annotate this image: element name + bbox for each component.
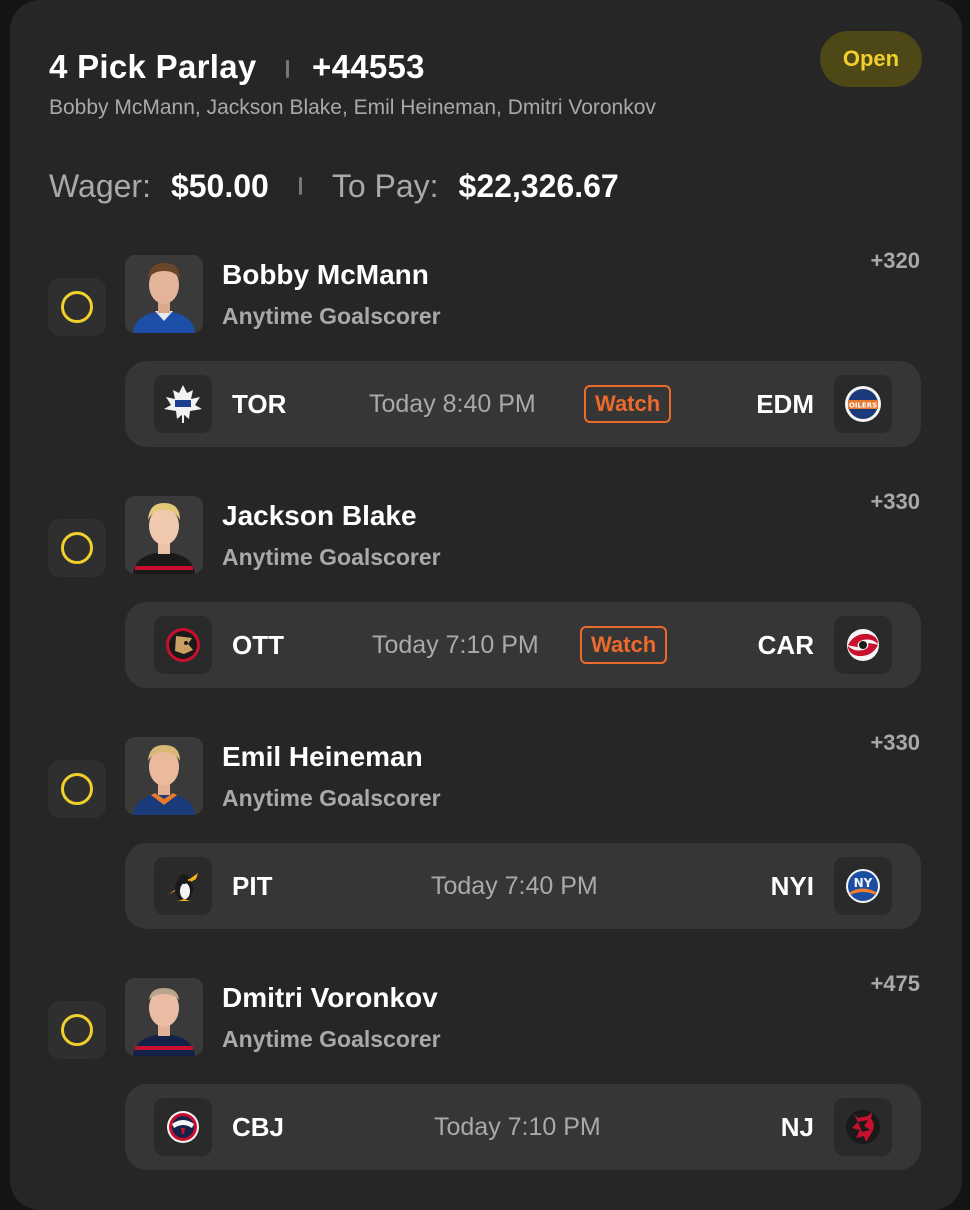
player-avatar <box>125 496 203 574</box>
market-label: Anytime Goalscorer <box>222 303 441 329</box>
leg-item: Emil Heineman Anytime Goalscorer +330 PI… <box>0 730 970 937</box>
market-label: Anytime Goalscorer <box>222 544 441 570</box>
home-team-abbr: NJ <box>780 1112 814 1142</box>
svg-text:OILERS: OILERS <box>849 402 877 410</box>
legs-summary: Bobby McMann, Jackson Blake, Emil Heinem… <box>49 96 656 119</box>
oilers-logo-icon: OILERS <box>834 375 892 433</box>
player-avatar <box>125 737 203 815</box>
home-team-abbr: NYI <box>770 871 814 901</box>
parlay-odds: +44553 <box>312 48 425 85</box>
leg-odds: +330 <box>870 730 920 755</box>
game-time: Today 7:10 PM <box>372 631 539 659</box>
player-name: Emil Heineman <box>222 741 423 772</box>
status-badge: Open <box>820 31 922 87</box>
leg-item: Jackson Blake Anytime Goalscorer +330 OT… <box>0 489 970 696</box>
pending-circle-icon <box>61 291 93 323</box>
senators-logo-icon <box>154 616 212 674</box>
game-bar[interactable]: CBJ Today 7:10 PM NJ <box>125 1084 921 1170</box>
leg-odds: +330 <box>870 489 920 514</box>
leg-status-indicator <box>48 278 106 336</box>
away-team-abbr: CBJ <box>232 1112 285 1142</box>
away-team-abbr: TOR <box>232 389 287 419</box>
svg-text:NY: NY <box>854 876 873 890</box>
wager-label: Wager: <box>49 167 151 204</box>
game-time: Today 7:40 PM <box>431 872 598 900</box>
islanders-logo-icon: NY <box>834 857 892 915</box>
maple-leafs-logo-icon <box>154 375 212 433</box>
player-name: Jackson Blake <box>222 500 417 531</box>
to-pay-value: $22,326.67 <box>458 167 619 204</box>
penguins-logo-icon <box>154 857 212 915</box>
player-name: Bobby McMann <box>222 259 429 290</box>
pending-circle-icon <box>61 532 93 564</box>
hurricanes-logo-icon <box>834 616 892 674</box>
game-time: Today 7:10 PM <box>434 1113 601 1141</box>
wager-row: Wager: $50.00 To Pay: $22,326.67 <box>49 166 619 206</box>
game-bar[interactable]: OTT Today 7:10 PM Watch CAR <box>125 602 921 688</box>
to-pay-label: To Pay: <box>331 167 439 204</box>
leg-status-indicator <box>48 760 106 818</box>
leg-odds: +320 <box>870 248 920 273</box>
wager-divider <box>298 177 302 195</box>
watch-button[interactable]: Watch <box>584 385 672 423</box>
leg-status-indicator <box>48 519 106 577</box>
leg-status-indicator <box>48 1001 106 1059</box>
market-label: Anytime Goalscorer <box>222 1026 441 1052</box>
leg-item: Dmitri Voronkov Anytime Goalscorer +475 … <box>0 971 970 1178</box>
leg-item: Bobby McMann Anytime Goalscorer +320 TOR… <box>0 248 970 455</box>
leg-odds: +475 <box>870 971 920 996</box>
away-team-abbr: OTT <box>232 630 284 660</box>
pending-circle-icon <box>61 1014 93 1046</box>
player-avatar <box>125 255 203 333</box>
parlay-title: 4 Pick Parlay <box>49 48 257 85</box>
blue-jackets-logo-icon <box>154 1098 212 1156</box>
devils-logo-icon <box>834 1098 892 1156</box>
player-name: Dmitri Voronkov <box>222 982 438 1013</box>
game-time: Today 8:40 PM <box>369 390 536 418</box>
watch-button[interactable]: Watch <box>580 626 668 664</box>
player-avatar <box>125 978 203 1056</box>
home-team-abbr: CAR <box>757 630 814 660</box>
header-divider <box>286 60 289 78</box>
wager-value: $50.00 <box>170 167 269 204</box>
game-bar[interactable]: PIT Today 7:40 PM NYI NY <box>125 843 921 929</box>
home-team-abbr: EDM <box>756 389 814 419</box>
away-team-abbr: PIT <box>232 871 273 901</box>
market-label: Anytime Goalscorer <box>222 785 441 811</box>
game-bar[interactable]: TOR Today 8:40 PM Watch EDM OILERS <box>125 361 921 447</box>
pending-circle-icon <box>61 773 93 805</box>
